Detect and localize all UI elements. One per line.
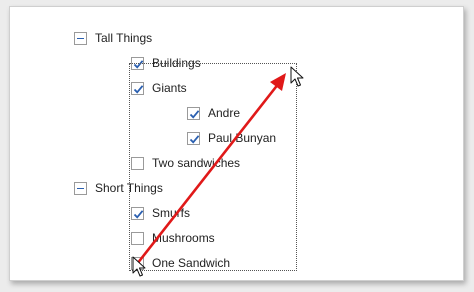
- tree-item-mushrooms[interactable]: Mushrooms: [131, 229, 215, 247]
- tree-item-andre[interactable]: Andre: [187, 104, 240, 122]
- collapse-toggle-icon[interactable]: [74, 181, 87, 195]
- tree-item-two-sandwiches[interactable]: Two sandwiches: [131, 154, 240, 172]
- item-label: Andre: [208, 106, 241, 120]
- collapse-toggle-icon[interactable]: [74, 31, 87, 45]
- checkbox-checked[interactable]: [187, 131, 200, 145]
- item-label: Mushrooms: [152, 231, 215, 245]
- checkbox-checked[interactable]: [131, 206, 144, 220]
- checkbox-checked[interactable]: [131, 56, 144, 70]
- checkbox-unchecked[interactable]: [131, 231, 144, 245]
- item-label: Buildings: [152, 56, 201, 70]
- checkbox-checked[interactable]: [131, 81, 144, 95]
- tree-item-paul-bunyan[interactable]: Paul Bunyan: [187, 129, 276, 147]
- tree-item-one-sandwich[interactable]: One Sandwich: [131, 254, 230, 272]
- checkmark-icon: [133, 84, 144, 94]
- tree-item-giants[interactable]: Giants: [131, 79, 187, 97]
- checkmark-icon: [133, 209, 144, 219]
- checkbox-unchecked[interactable]: [131, 256, 144, 270]
- tree-item-smurfs[interactable]: Smurfs: [131, 204, 190, 222]
- item-label: One Sandwich: [152, 256, 231, 270]
- tree-group-short-things[interactable]: Short Things: [74, 179, 163, 197]
- checkmark-icon: [189, 134, 200, 144]
- checkbox-checked[interactable]: [187, 106, 200, 120]
- checkbox-unchecked[interactable]: [131, 156, 144, 170]
- item-label: Giants: [152, 81, 187, 95]
- tree-item-buildings[interactable]: Buildings: [131, 54, 201, 72]
- tree-group-tall-things[interactable]: Tall Things: [74, 29, 152, 47]
- item-label: Smurfs: [152, 206, 191, 220]
- group-label: Short Things: [95, 181, 163, 195]
- checkmark-icon: [189, 109, 200, 119]
- item-label: Paul Bunyan: [208, 131, 277, 145]
- checkmark-icon: [133, 59, 144, 69]
- item-label: Two sandwiches: [152, 156, 241, 170]
- group-label: Tall Things: [95, 31, 153, 45]
